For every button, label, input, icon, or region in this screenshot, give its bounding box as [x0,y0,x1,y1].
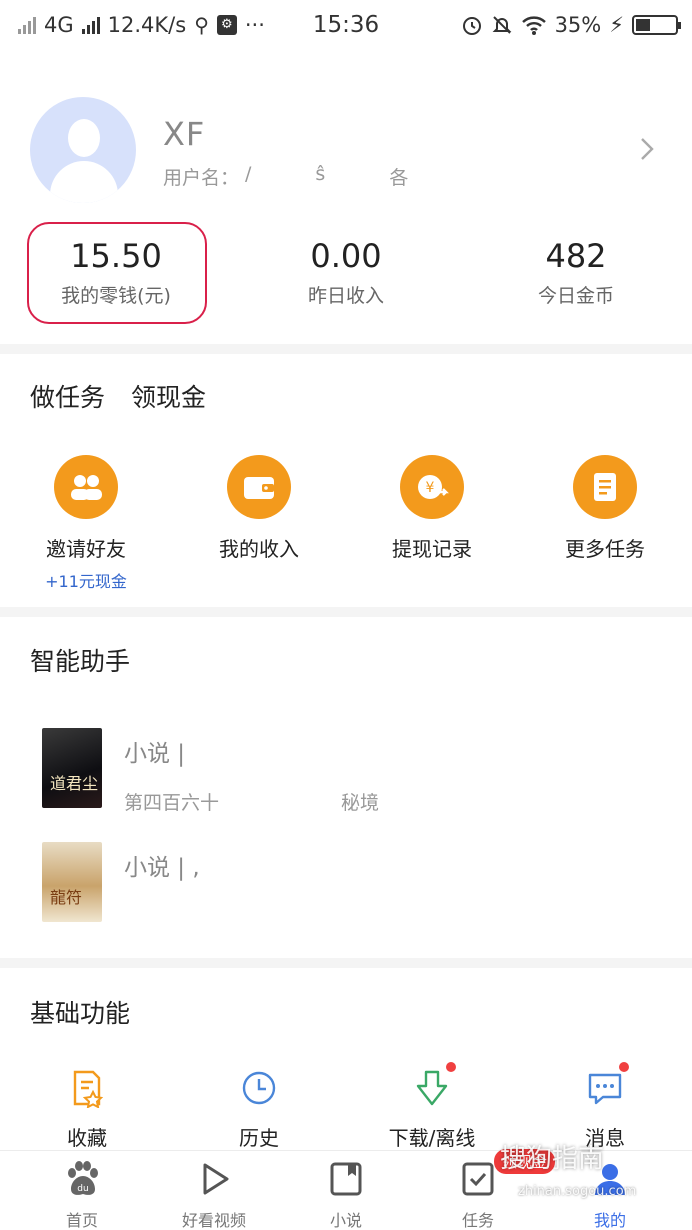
battery-icon [632,15,681,35]
stat-value: 0.00 [310,237,382,275]
mute-icon [492,16,511,34]
func-favorites[interactable]: 收藏 [22,1068,152,1151]
section-divider [0,958,692,968]
tab-novels[interactable]: 小说 [296,1159,396,1230]
svg-text:¥: ¥ [426,480,435,496]
username-row: 用户名： / ŝ 各 [163,163,408,190]
friends-icon [54,455,118,519]
wifi-icon [521,16,546,35]
stat-value: 482 [545,237,607,275]
book-icon [326,1159,366,1199]
profile-section: XF 用户名： / ŝ 各 15.50 我的零钱(元) 0.00 昨日收入 48… [0,55,692,345]
func-messages[interactable]: 消息 [540,1062,670,1151]
notification-dot [619,1062,629,1072]
stat-label: 昨日收入 [307,285,384,307]
download-icon [412,1062,456,1108]
user-name[interactable]: XF [163,115,205,153]
novel-title: 小说 | [124,741,186,767]
tab-label: 好看视频 [181,1211,246,1230]
document-icon [573,455,637,519]
yuan-icon: ¥ [400,455,464,519]
battery-percent: 35% [554,13,602,37]
more-status-icon: ··· [244,13,265,37]
task-badge: 领现金 [494,1149,556,1174]
task-my-income[interactable]: 我的收入 [199,455,319,562]
tasks-title-2: 领现金 [130,383,206,412]
task-label: 提现记录 [392,537,472,561]
stat-today-coins[interactable]: 482 今日金币 [476,225,676,325]
stat-label: 我的零钱(元) [61,285,171,307]
network-type: 4G [44,13,74,37]
username-label: 用户名： [163,167,240,189]
stats-row: 15.50 我的零钱(元) 0.00 昨日收入 482 今日金币 [0,225,692,325]
watermark-url: zhinan.sogou.com [518,1184,637,1199]
tab-tasks[interactable]: 领现金 任务 [428,1149,556,1230]
tab-home[interactable]: du 首页 [32,1159,132,1230]
avatar[interactable] [30,97,136,203]
section-divider [0,344,692,354]
svg-text:du: du [77,1184,88,1194]
play-icon [194,1159,234,1199]
alarm-icon [462,17,481,35]
task-label: 邀请好友 [46,537,126,561]
novel-item[interactable]: 道君尘 小说 | 第四百六十 秘境 [42,728,662,818]
notification-dot [446,1062,456,1072]
stat-yesterday-income[interactable]: 0.00 昨日收入 [246,225,446,325]
chevron-right-icon[interactable] [636,135,658,163]
baidu-paw-icon: du [62,1159,102,1199]
stat-value: 15.50 [70,237,162,275]
tasks-title: 做任务 领现金 [30,378,206,414]
chapter-suffix: 秘境 [341,792,380,814]
task-icon: 领现金 [458,1149,556,1199]
tab-videos[interactable]: 好看视频 [164,1159,264,1230]
usb-debug-icon: ⚙ [216,15,237,35]
func-label: 收藏 [67,1126,107,1150]
network-speed: 12.4K/s [107,13,187,37]
username-fragment: 各 [389,167,409,189]
wallet-icon [227,455,291,519]
favorite-icon [67,1068,107,1109]
tab-label: 小说 [329,1211,362,1230]
tasks-title-1: 做任务 [30,383,106,412]
cover-text: 龍符 [50,888,83,907]
func-label: 消息 [585,1126,625,1150]
status-left: 4G 12.4K/s ⚲ ⚙ ··· [18,13,265,37]
assistant-title: 智能助手 [30,647,131,676]
tab-label: 我的 [593,1211,626,1230]
stat-label: 今日金币 [537,285,614,307]
task-more-tasks[interactable]: 更多任务 [545,455,665,562]
func-history[interactable]: 历史 [194,1068,324,1151]
section-divider [0,607,692,617]
task-label: 我的收入 [219,537,299,561]
clock-icon [239,1068,279,1108]
func-label: 历史 [239,1126,279,1150]
cover-text: 道君尘 [50,774,99,793]
status-bar: 4G 12.4K/s ⚲ ⚙ ··· 15:36 35% ⚡ [0,0,692,50]
task-invite-friends[interactable]: 邀请好友 +11元现金 [26,455,146,592]
charging-icon: ⚡ [609,13,624,37]
signal-icon [18,16,36,34]
novel-cover: 道君尘 [42,728,102,808]
chapter-prefix: 第四百六十 [124,792,220,814]
func-download[interactable]: 下载/离线 [367,1062,497,1151]
func-label: 下载/离线 [388,1126,476,1150]
basic-title: 基础功能 [30,999,131,1028]
status-right: 35% ⚡ [461,13,681,37]
usb-icon: ⚲ [194,13,209,37]
task-withdraw-records[interactable]: ¥ 提现记录 [372,455,492,562]
task-label: 更多任务 [565,537,645,561]
username-fragment: / [245,163,252,185]
task-reward: +11元现金 [45,572,127,591]
tab-label: 任务 [461,1211,494,1230]
stat-pocket-money[interactable]: 15.50 我的零钱(元) [16,225,216,325]
novel-chapter: 第四百六十 秘境 [124,788,379,815]
novel-cover: 龍符 [42,842,102,922]
novel-item[interactable]: 龍符 小说 | , [42,842,662,932]
username-fragment: ŝ [315,163,326,185]
novel-title: 小说 | , [124,855,200,881]
tab-label: 首页 [65,1211,98,1230]
signal-strong-icon [81,16,100,34]
message-icon [585,1062,629,1108]
